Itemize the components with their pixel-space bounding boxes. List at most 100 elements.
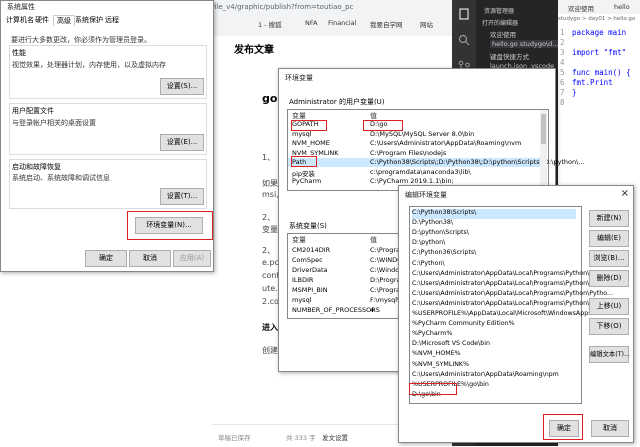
ok-button[interactable]: 确定 [85,250,127,267]
scrollbar[interactable] [540,110,547,189]
system-vars-label: 系统变量(S) [289,222,327,230]
highlight-box [409,383,457,395]
bookmark-item[interactable]: 网站 [420,19,433,29]
browse-button[interactable]: 浏览(B)... [589,250,629,267]
tab-remote[interactable]: 远程 [105,15,119,25]
table-row[interactable]: NVM_HOME C:\Users\Administrator\AppData\R… [288,139,540,148]
open-editor-item[interactable]: 键盘快捷方式 [490,51,529,61]
cancel-button[interactable]: 取消 [129,250,171,267]
edit-text-button[interactable]: 编辑文本(T)... [589,346,630,363]
table-row[interactable]: ILBDIR D:\Program [288,276,412,285]
move-down-button[interactable]: 下移(O) [589,318,629,335]
edit-button[interactable]: 编辑(E) [589,230,629,247]
search-icon[interactable] [458,34,470,46]
tab-hello-go[interactable]: hello [614,3,630,11]
group-title: 启动和故障恢复 [12,163,61,171]
apply-button[interactable]: 应用(A) [173,250,211,267]
address-bar[interactable]: file_v4/graphic/publish?from=toutiao_pc [212,3,452,13]
files-icon[interactable] [458,8,470,20]
variable-name: NUMBER_OF_PROCESSORS [292,306,380,314]
path-entry[interactable]: %USERPROFILE%\AppData\Local\Microsoft\Wi… [412,310,592,320]
environment-variables-button[interactable]: 环境变量(N)... [135,217,203,234]
move-up-button[interactable]: 上移(U) [589,298,629,315]
table-row[interactable]: NVM_SYMLINK C:\Program Files\nodejs [288,149,540,158]
line-number: 2 [560,38,565,47]
tab-hardware[interactable]: 硬件 [35,15,49,25]
table-row[interactable]: MSMPI_BIN C:\Program [288,286,412,295]
tab-system-protection[interactable]: 系统保护 [75,15,103,25]
variable-value: C:\Program Files\nodejs [370,148,447,157]
open-editors-header[interactable]: 打开的编辑器 [482,18,518,27]
dialog-title: 系统属性 [7,3,35,11]
article-line: 2.co [262,297,279,306]
bookmark-item[interactable]: Financial [328,19,356,27]
group-desc: 系统启动、系统故障和调试信息 [12,174,110,182]
bookmark-item[interactable]: 1 - 搜狐 [258,19,282,29]
line-number: 5 [560,68,565,77]
user-profile-group: 用户配置文件 与登录帐户相关的桌面设置 设置(E)... [9,103,207,155]
system-rows: CM2014DIR C:\Program ComSpec C:\WINDO Driver… [288,246,412,316]
path-entry[interactable]: %PyCharm% [412,330,576,340]
variable-name: pip安装 [292,169,316,178]
dialog-titlebar: 环境变量 [279,69,555,87]
table-row[interactable]: mysql F:\mysql\m [288,296,412,305]
article-line: 如果 [262,179,278,188]
path-entry[interactable]: C:\Python36\Scripts\ [412,249,576,259]
table-row[interactable]: Path C:\Python38\Scripts\;D:\Python38\;D:… [288,158,585,167]
path-entry[interactable]: D:\python\Scripts\ [412,229,576,239]
tab-welcome[interactable]: 欢迎使用 [568,3,594,13]
path-entry[interactable]: C:\Users\Administrator\AppData\Local\Pro… [412,280,613,290]
path-entry[interactable]: C:\Users\Administrator\AppData\Local\Pro… [412,290,613,300]
path-entry[interactable]: C:\Python\ [412,260,576,270]
open-editor-item[interactable]: 欢迎使用 [490,29,516,39]
variable-name: CM2014DIR [292,246,331,254]
cancel-button[interactable]: 取消 [591,420,629,437]
bookmark-item[interactable]: 我要自学网 [370,19,403,29]
path-entry[interactable]: C:\Python38\Scripts\ [412,209,576,219]
dialog-titlebar: 编辑环境变量 × [399,186,633,204]
path-entry[interactable]: D:\Microsoft VS Code\bin [412,340,576,350]
close-icon[interactable]: × [621,188,629,199]
table-row[interactable]: CM2014DIR C:\Program [288,246,412,255]
article-line: 进入 [262,323,278,332]
path-entry[interactable]: C:\Users\Administrator\AppData\Roaming\n… [412,371,576,381]
tab-advanced[interactable]: 高级 [53,15,75,26]
path-entry[interactable]: C:\Users\Administrator\AppData\Local\Pro… [412,300,613,310]
performance-settings-button[interactable]: 设置(S)... [160,78,204,95]
word-count: 共 333 字 [286,434,316,442]
new-button[interactable]: 新建(N) [589,210,629,227]
line-number: 6 [560,78,565,87]
path-entry[interactable]: %NVM_HOME% [412,350,576,360]
open-editor-item[interactable]: hello.go studygo\d... [490,40,561,48]
startup-settings-button[interactable]: 设置(T)... [160,188,204,205]
path-entry[interactable]: C:\Users\Administrator\AppData\Local\Pro… [412,270,613,280]
path-entry[interactable]: %PyCharm Community Edition% [412,320,576,330]
code-line: func main() { [572,68,631,77]
path-entry[interactable]: %NVM_SYMLINK% [412,361,576,371]
group-title: 性能 [12,49,26,57]
code-line: fmt.Print [572,78,613,87]
path-entries-list[interactable]: C:\Python38\Scripts\ D:\Python38\ D:\pytho… [409,206,613,404]
table-row[interactable]: ComSpec C:\WINDO [288,256,412,265]
group-desc: 视觉效果，处理器计划，内存使用，以及虚拟内存 [12,61,166,69]
group-desc: 与登录帐户相关的桌面设置 [12,119,96,127]
highlight-box [291,156,317,167]
publish-settings-link[interactable]: 发文设置 [322,432,348,442]
profile-settings-button[interactable]: 设置(E)... [160,134,204,151]
path-entry[interactable]: D:\python\ [412,239,576,249]
line-number: 4 [560,58,565,67]
table-row[interactable]: NUMBER_OF_PROCESSORS 4 [288,306,412,315]
article-line: msi, [262,190,279,199]
path-entry[interactable]: D:\Python38\ [412,219,576,229]
line-number: 1 [560,28,565,37]
tab-computer-name[interactable]: 计算机名 [6,15,34,25]
delete-button[interactable]: 删除(D) [589,270,629,287]
article-line: 创建 [262,346,278,355]
system-variables-table[interactable]: 变量 值 CM2014DIR C:\Program ComSpec C:\WINDO D… [287,233,413,319]
table-row[interactable]: DriverData C:\Windo [288,266,412,275]
ok-button[interactable]: 确定 [549,420,579,437]
table-row[interactable]: pip安装 c:\programdata\anaconda3\lib\ [288,168,540,178]
page-title: 发布文章 [234,45,274,56]
variable-name: ILBDIR [292,276,314,284]
bookmark-item[interactable]: NFA [305,19,317,27]
